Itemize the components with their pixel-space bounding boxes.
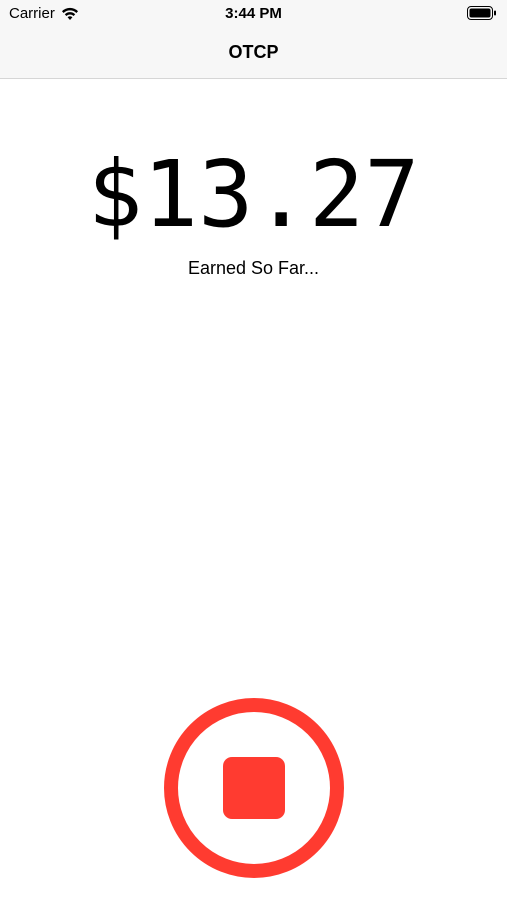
stop-button[interactable] [164,698,344,878]
nav-title: OTCP [228,42,279,62]
earned-amount: $13.27 [87,141,420,248]
status-bar-time: 3:44 PM [225,5,282,22]
battery-icon [467,6,496,20]
earned-caption: Earned So Far... [187,258,320,278]
app-screen: Carrier 3:44 PM OTCP $13.27 Earned So Fa… [0,0,507,900]
stop-icon [223,757,285,819]
top-bar: Carrier 3:44 PM OTCP [0,0,507,79]
